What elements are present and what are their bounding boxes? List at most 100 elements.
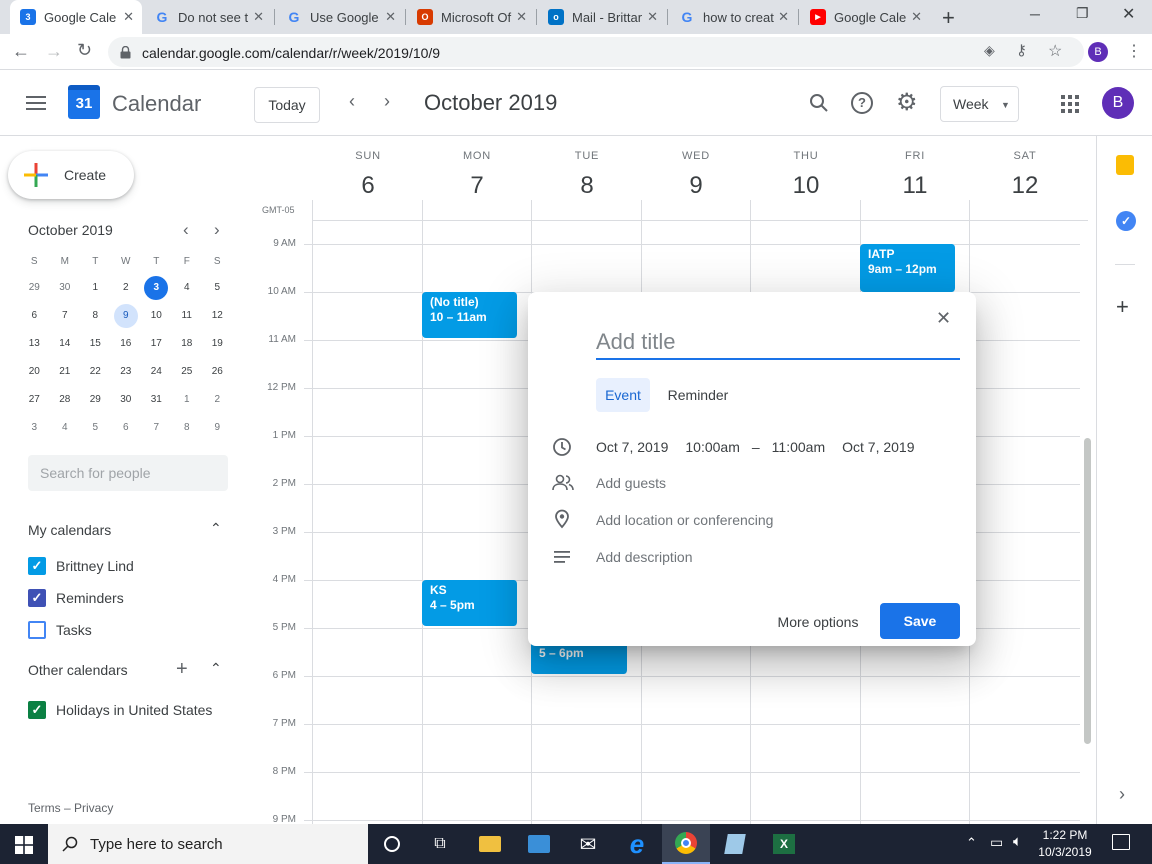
reload-icon[interactable]: ↻ bbox=[77, 40, 92, 61]
mini-day[interactable]: 14 bbox=[50, 332, 81, 356]
star-icon[interactable]: ☆ bbox=[1048, 41, 1062, 61]
previous-week-icon[interactable]: ‹ bbox=[349, 91, 355, 112]
chrome-icon[interactable] bbox=[662, 824, 710, 864]
save-button[interactable]: Save bbox=[880, 603, 960, 639]
add-guests-field[interactable]: Add guests bbox=[596, 475, 666, 491]
grid-scrollbar[interactable] bbox=[1084, 438, 1091, 744]
mini-day[interactable]: 28 bbox=[50, 388, 81, 412]
taskbar-clock[interactable]: 1:22 PM 10/3/2019 bbox=[1030, 827, 1100, 861]
mini-day[interactable]: 3 bbox=[19, 416, 50, 440]
mini-day[interactable]: 8 bbox=[80, 304, 111, 328]
mini-day[interactable]: 30 bbox=[111, 388, 142, 412]
internet-explorer-icon[interactable]: e bbox=[613, 824, 661, 864]
today-button[interactable]: Today bbox=[254, 87, 320, 123]
day-header-fri[interactable]: FRI 11 bbox=[860, 150, 970, 200]
key-icon[interactable]: ⚷ bbox=[1016, 41, 1027, 59]
close-tab-icon[interactable]: ✕ bbox=[778, 9, 789, 25]
calendar-toggle-reminders[interactable]: ✓ Reminders bbox=[28, 589, 124, 607]
help-icon[interactable]: ? bbox=[851, 92, 873, 114]
event-iatp[interactable]: IATP 9am – 12pm bbox=[860, 244, 956, 292]
close-tab-icon[interactable]: ✕ bbox=[516, 9, 527, 25]
browser-tab[interactable]: ▶ Google Cale ✕ bbox=[800, 0, 930, 34]
day-header-mon[interactable]: MON 7 bbox=[422, 150, 532, 200]
terms-privacy-link[interactable]: Terms – Privacy bbox=[28, 801, 113, 815]
notepad-icon[interactable] bbox=[711, 824, 759, 864]
calendar-toggle-tasks[interactable]: Tasks bbox=[28, 621, 92, 639]
cortana-icon[interactable] bbox=[368, 824, 416, 864]
browser-tab[interactable]: G how to creat ✕ bbox=[669, 0, 797, 34]
day-header-sat[interactable]: SAT 12 bbox=[970, 150, 1080, 200]
mini-day[interactable]: 26 bbox=[202, 360, 233, 384]
mini-day[interactable]: 6 bbox=[111, 416, 142, 440]
tab-reminder[interactable]: Reminder bbox=[660, 378, 736, 412]
task-view-icon[interactable]: ⧉ bbox=[416, 824, 464, 864]
search-icon[interactable] bbox=[809, 93, 829, 113]
mini-day[interactable]: 7 bbox=[141, 416, 172, 440]
settings-gear-icon[interactable]: ⚙ bbox=[896, 88, 918, 117]
mini-day[interactable]: 29 bbox=[80, 388, 111, 412]
excel-icon[interactable]: X bbox=[760, 824, 808, 864]
next-week-icon[interactable]: › bbox=[384, 91, 390, 112]
collapse-chevron-icon[interactable]: ⌃ bbox=[210, 520, 222, 537]
mini-day[interactable]: 18 bbox=[172, 332, 203, 356]
view-selector[interactable]: Week ▼ bbox=[940, 86, 1019, 122]
mini-day[interactable]: 8 bbox=[172, 416, 203, 440]
mini-day[interactable]: 29 bbox=[19, 276, 50, 300]
close-tab-icon[interactable]: ✕ bbox=[911, 9, 922, 25]
mini-day[interactable]: 11 bbox=[172, 304, 203, 328]
close-tab-icon[interactable]: ✕ bbox=[123, 9, 134, 25]
taskbar-search-box[interactable]: Type here to search bbox=[48, 824, 368, 864]
account-avatar[interactable]: B bbox=[1102, 87, 1134, 119]
add-location-field[interactable]: Add location or conferencing bbox=[596, 512, 773, 528]
profile-avatar[interactable]: B bbox=[1088, 42, 1108, 62]
mini-day[interactable]: 30 bbox=[50, 276, 81, 300]
add-addon-icon[interactable]: + bbox=[1116, 294, 1129, 320]
mini-prev-month-icon[interactable]: ‹ bbox=[183, 220, 189, 240]
minimize-icon[interactable]: ─ bbox=[1030, 6, 1040, 22]
browser-tab[interactable]: G Use Google ✕ bbox=[276, 0, 404, 34]
close-tab-icon[interactable]: ✕ bbox=[253, 9, 264, 25]
mini-day[interactable]: 1 bbox=[80, 276, 111, 300]
add-calendar-icon[interactable]: + bbox=[176, 658, 188, 681]
keep-icon[interactable] bbox=[1116, 155, 1134, 175]
main-menu-icon[interactable] bbox=[26, 96, 46, 110]
browser-tab[interactable]: o Mail - Brittar ✕ bbox=[538, 0, 666, 34]
close-tab-icon[interactable]: ✕ bbox=[647, 9, 658, 25]
mini-day-today[interactable]: 3 bbox=[141, 276, 172, 300]
tasks-icon[interactable]: ✓ bbox=[1116, 211, 1136, 231]
checkbox-checked-icon[interactable]: ✓ bbox=[28, 557, 46, 575]
windows-start-icon[interactable] bbox=[15, 836, 33, 854]
mini-day[interactable]: 24 bbox=[141, 360, 172, 384]
mini-day[interactable]: 16 bbox=[111, 332, 142, 356]
mini-day[interactable]: 25 bbox=[172, 360, 203, 384]
volume-icon[interactable]: 🔈︎ bbox=[1013, 833, 1022, 850]
browser-tab[interactable]: O Microsoft Of ✕ bbox=[407, 0, 535, 34]
create-button[interactable]: Create bbox=[8, 151, 134, 199]
mini-day[interactable]: 9 bbox=[202, 416, 233, 440]
start-time[interactable]: 10:00am bbox=[685, 439, 739, 455]
file-explorer-icon[interactable] bbox=[466, 824, 514, 864]
day-header-wed[interactable]: WED 9 bbox=[641, 150, 751, 200]
mini-day[interactable]: 20 bbox=[19, 360, 50, 384]
browser-tab[interactable]: 3 Google Cale ✕ bbox=[10, 0, 142, 34]
mini-day[interactable]: 31 bbox=[141, 388, 172, 412]
mini-day[interactable]: 7 bbox=[50, 304, 81, 328]
collapse-chevron-icon[interactable]: ⌃ bbox=[210, 660, 222, 677]
mini-day[interactable]: 1 bbox=[172, 388, 203, 412]
extension-icon[interactable]: ◈ bbox=[984, 42, 995, 59]
maximize-icon[interactable]: ❐ bbox=[1076, 5, 1089, 22]
browser-menu-icon[interactable]: ⋮ bbox=[1126, 41, 1142, 61]
day-header-thu[interactable]: THU 10 bbox=[751, 150, 861, 200]
mini-day[interactable]: 5 bbox=[80, 416, 111, 440]
network-icon[interactable]: ▭ bbox=[990, 834, 1003, 851]
end-date[interactable]: Oct 7, 2019 bbox=[842, 439, 914, 455]
end-time[interactable]: 11:00am bbox=[772, 439, 825, 455]
tab-event[interactable]: Event bbox=[596, 378, 650, 412]
event-title-input[interactable] bbox=[596, 326, 960, 360]
search-people-input[interactable]: Search for people bbox=[28, 455, 228, 491]
forward-icon[interactable]: → bbox=[45, 41, 63, 62]
expand-panel-icon[interactable]: › bbox=[1119, 784, 1125, 805]
mail-icon[interactable]: ✉ bbox=[564, 824, 612, 864]
mini-day[interactable]: 15 bbox=[80, 332, 111, 356]
mini-day[interactable]: 12 bbox=[202, 304, 233, 328]
